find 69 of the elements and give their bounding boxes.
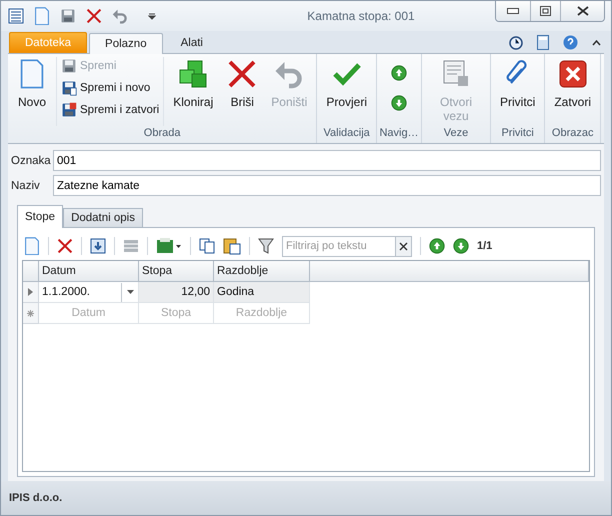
undo-icon	[112, 8, 128, 24]
customize-icon[interactable]	[148, 12, 156, 20]
group-label: Obrada	[142, 126, 182, 141]
ribbon-button[interactable]: Spremi i zatvori	[61, 101, 160, 119]
input-field[interactable]: Zatezne kamate	[53, 175, 601, 196]
excel-export-icon[interactable]	[156, 238, 182, 254]
linked-form-icon	[441, 59, 471, 89]
new-page-icon	[19, 59, 45, 89]
ribbon-button[interactable]: Zatvori	[547, 57, 598, 126]
clear-icon	[399, 242, 408, 250]
help-icon[interactable]	[563, 35, 578, 50]
minimize-icon[interactable]	[507, 8, 519, 14]
ribbon-button[interactable]: Kloniraj	[166, 57, 220, 126]
clock-icon[interactable]	[509, 36, 523, 50]
group-label: Veze	[442, 126, 470, 141]
group-label: Validacija	[322, 126, 371, 141]
group-label: Privitci	[500, 126, 535, 141]
next-icon[interactable]	[453, 238, 469, 254]
download-icon[interactable]	[90, 238, 106, 254]
delete-icon	[86, 8, 102, 24]
window-title: Kamatna stopa: 001	[306, 9, 416, 23]
pager-text: 1/1	[477, 240, 492, 252]
filter-icon[interactable]	[258, 237, 274, 255]
input-field[interactable]: 001	[53, 150, 601, 171]
save-icon	[61, 58, 77, 74]
collapse-icon[interactable]	[592, 40, 601, 46]
paste-icon[interactable]	[223, 237, 241, 255]
status-text: IPIS d.o.o.	[9, 492, 62, 504]
dropdown-icon[interactable]	[126, 290, 134, 294]
current-row-icon	[28, 288, 33, 296]
new-page-icon	[34, 6, 50, 26]
table-cell[interactable]: 1.1.2000.	[39, 282, 139, 303]
app-icon[interactable]	[8, 8, 24, 24]
save-icon	[60, 8, 76, 24]
column-header[interactable]: Datum	[39, 261, 139, 282]
column-header[interactable]: Razdoblje	[214, 261, 310, 282]
close-icon	[558, 59, 588, 89]
field-label: Oznaka	[11, 154, 49, 166]
tab[interactable]: Stope	[17, 205, 64, 228]
column-header[interactable]: Stopa	[139, 261, 214, 282]
group-label: Navig…	[378, 126, 420, 141]
ribbon-button[interactable]: Briši	[220, 57, 264, 126]
table-cell[interactable]: 12,00	[139, 282, 214, 303]
clear-button[interactable]	[395, 236, 412, 256]
save-close-icon	[61, 102, 77, 118]
ribbon-button[interactable]: Privitci	[493, 57, 542, 126]
delete-icon	[227, 59, 258, 89]
delete-icon	[57, 238, 73, 254]
previous-icon[interactable]	[429, 238, 445, 254]
ribbon-tab[interactable]: Polazno	[89, 33, 163, 54]
ribbon-button[interactable]: Spremi i novo	[61, 79, 160, 97]
ribbon-tab[interactable]: Alati	[164, 32, 219, 53]
ribbon-button[interactable]: Provjeri	[319, 57, 374, 126]
new-row-icon	[24, 236, 40, 256]
save-new-icon	[61, 80, 77, 96]
field-label: Naziv	[11, 180, 41, 192]
ribbon-button[interactable]: Novo	[10, 57, 54, 126]
header-corner	[23, 261, 39, 282]
filter-field[interactable]: Filtriraj po tekstu	[282, 236, 395, 256]
tab[interactable]: Dodatni opis	[63, 208, 143, 228]
copy-icon[interactable]	[199, 238, 215, 254]
row-indicator[interactable]	[23, 282, 39, 303]
cubes-icon	[178, 59, 208, 89]
group-label: Obrazac	[550, 126, 594, 141]
restore-icon[interactable]	[540, 6, 551, 16]
new-row-icon	[27, 310, 34, 316]
close-icon[interactable]	[576, 6, 588, 16]
table-cell[interactable]: Godina	[214, 282, 310, 303]
calculator-icon[interactable]	[537, 35, 549, 50]
